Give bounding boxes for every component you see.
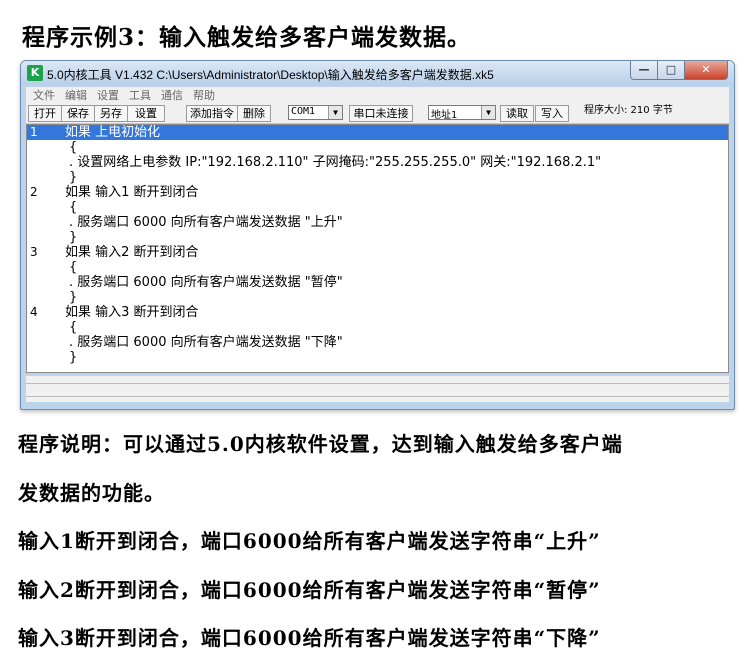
- code-text: }: [69, 290, 78, 305]
- com-port-value: COM1: [291, 106, 316, 117]
- code-line[interactable]: {: [27, 320, 728, 335]
- code-line[interactable]: . 服务端口 6000 向所有客户端发送数据 "上升": [27, 215, 728, 230]
- minimize-button[interactable]: —: [630, 61, 658, 80]
- code-editor[interactable]: 1 如果 上电初始化{. 设置网络上电参数 IP:"192.168.2.110" …: [26, 124, 729, 373]
- description-line-2: 发数据的功能。: [18, 481, 165, 505]
- open-button[interactable]: 打开: [28, 105, 62, 122]
- code-text: {: [69, 260, 78, 275]
- com-port-select[interactable]: COM1 ▼: [288, 105, 343, 120]
- status-divider: [26, 383, 729, 397]
- menu-file[interactable]: 文件: [33, 87, 55, 103]
- code-text: 如果 输入1 断开到闭合: [65, 185, 199, 200]
- page-heading: 程序示例3：输入触发给多客户端发数据。: [22, 24, 472, 51]
- code-text: 如果 输入3 断开到闭合: [65, 305, 199, 320]
- code-line[interactable]: . 设置网络上电参数 IP:"192.168.2.110" 子网掩码:"255.…: [27, 155, 728, 170]
- code-line[interactable]: }: [27, 170, 728, 185]
- chevron-down-icon: ▼: [481, 106, 495, 119]
- address-select[interactable]: 地址1 ▼: [428, 105, 496, 121]
- port-status-button[interactable]: 串口未连接: [349, 105, 413, 122]
- write-button[interactable]: 写入: [535, 105, 569, 122]
- code-line[interactable]: 4 如果 输入3 断开到闭合: [27, 305, 728, 320]
- close-icon: ✕: [701, 63, 711, 76]
- close-button[interactable]: ✕: [684, 61, 728, 80]
- description-line-4: 输入2断开到闭合，端口6000给所有客户端发送字符串“暂停”: [18, 578, 601, 602]
- code-text: 如果 输入2 断开到闭合: [65, 245, 199, 260]
- code-text: {: [69, 320, 78, 335]
- code-line[interactable]: {: [27, 200, 728, 215]
- code-text: 如果 上电初始化: [65, 125, 161, 140]
- menu-tools[interactable]: 工具: [129, 87, 151, 103]
- code-line[interactable]: 1 如果 上电初始化: [27, 125, 728, 140]
- code-line[interactable]: }: [27, 290, 728, 305]
- window-title: 5.0内核工具 V1.432 C:\Users\Administrator\De…: [47, 68, 494, 82]
- description-line-1: 程序说明：可以通过5.0内核软件设置，达到输入触发给多客户端: [18, 432, 623, 456]
- menu-bar: 文件 编辑 设置 工具 通信 帮助: [26, 87, 729, 103]
- code-text: }: [69, 230, 78, 245]
- maximize-button[interactable]: □: [657, 61, 685, 80]
- settings-button[interactable]: 设置: [127, 105, 165, 122]
- code-text: {: [69, 140, 78, 155]
- code-text: }: [69, 170, 78, 185]
- code-line[interactable]: {: [27, 140, 728, 155]
- line-number: 2: [30, 185, 38, 199]
- menu-settings[interactable]: 设置: [97, 87, 119, 103]
- code-line[interactable]: {: [27, 260, 728, 275]
- menu-communication[interactable]: 通信: [161, 87, 183, 103]
- description-line-5: 输入3断开到闭合，端口6000给所有客户端发送字符串“下降”: [18, 626, 601, 650]
- code-line[interactable]: }: [27, 230, 728, 245]
- maximize-icon: □: [665, 63, 677, 76]
- line-number: 1: [30, 125, 38, 139]
- program-size: 程序大小: 210 字节: [584, 105, 673, 116]
- menu-help[interactable]: 帮助: [193, 87, 215, 103]
- add-command-button[interactable]: 添加指令: [186, 105, 238, 122]
- code-line[interactable]: . 服务端口 6000 向所有客户端发送数据 "暂停": [27, 275, 728, 290]
- code-text: . 服务端口 6000 向所有客户端发送数据 "上升": [69, 215, 343, 230]
- code-line[interactable]: . 服务端口 6000 向所有客户端发送数据 "下降": [27, 335, 728, 350]
- code-text: . 服务端口 6000 向所有客户端发送数据 "下降": [69, 335, 343, 350]
- status-bar: [26, 375, 729, 402]
- toolbar: 打开 保存 另存 设置 添加指令 删除 COM1 ▼ 串口未连接 地址1 ▼ 读…: [26, 103, 729, 124]
- code-text: }: [69, 350, 78, 365]
- app-logo-icon: K: [27, 65, 43, 81]
- chevron-down-icon: ▼: [328, 106, 342, 119]
- line-number: 3: [30, 245, 38, 259]
- app-window: K 5.0内核工具 V1.432 C:\Users\Administrator\…: [20, 60, 735, 410]
- code-line[interactable]: }: [27, 350, 728, 365]
- code-text: . 设置网络上电参数 IP:"192.168.2.110" 子网掩码:"255.…: [69, 155, 602, 170]
- code-line[interactable]: 3 如果 输入2 断开到闭合: [27, 245, 728, 260]
- menu-edit[interactable]: 编辑: [65, 87, 87, 103]
- code-line[interactable]: 2 如果 输入1 断开到闭合: [27, 185, 728, 200]
- save-as-button[interactable]: 另存: [94, 105, 128, 122]
- code-text: . 服务端口 6000 向所有客户端发送数据 "暂停": [69, 275, 343, 290]
- save-button[interactable]: 保存: [61, 105, 95, 122]
- read-button[interactable]: 读取: [500, 105, 534, 122]
- address-value: 地址1: [431, 110, 458, 121]
- code-text: {: [69, 200, 78, 215]
- line-number: 4: [30, 305, 38, 319]
- minimize-icon: —: [638, 63, 650, 76]
- delete-button[interactable]: 删除: [237, 105, 271, 122]
- description-line-3: 输入1断开到闭合，端口6000给所有客户端发送字符串“上升”: [18, 529, 601, 553]
- title-bar[interactable]: K 5.0内核工具 V1.432 C:\Users\Administrator\…: [21, 61, 734, 85]
